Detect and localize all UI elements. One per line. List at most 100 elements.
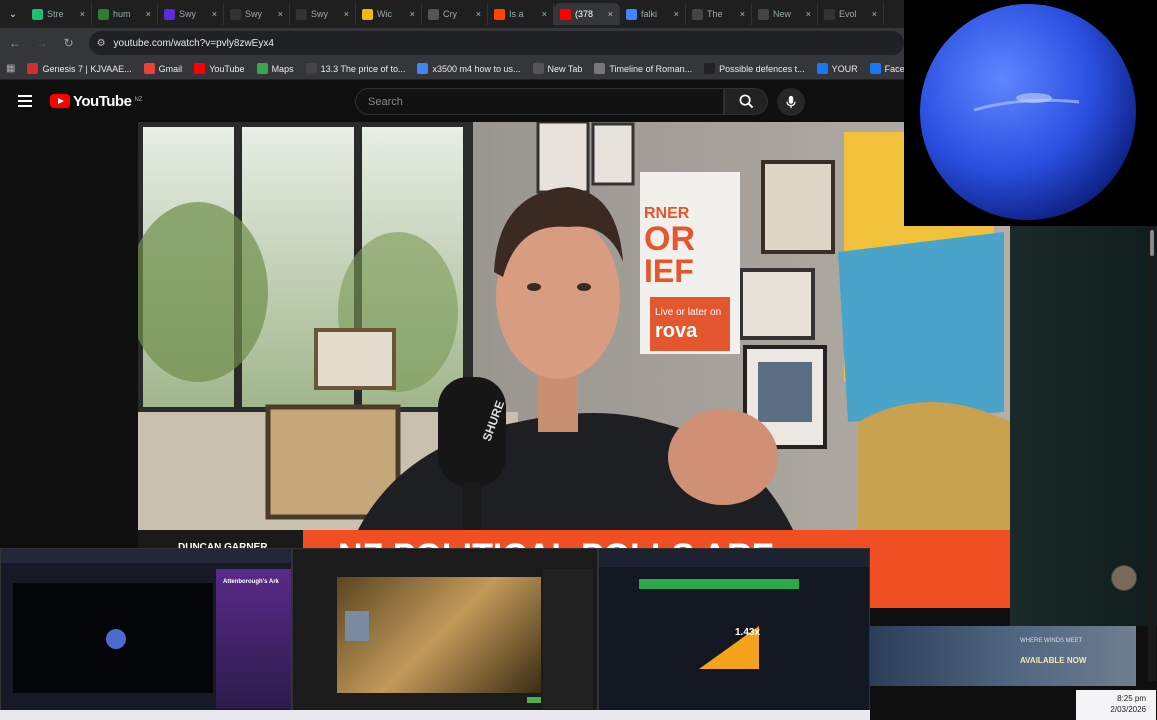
browser-tab[interactable]: Swy × (224, 3, 290, 25)
close-tab-icon[interactable]: × (542, 9, 547, 19)
close-tab-icon[interactable]: × (212, 9, 217, 19)
arrow-left-icon: ← (8, 36, 21, 50)
bookmark-favicon-icon (143, 63, 155, 74)
forward-button[interactable]: → (30, 31, 54, 55)
close-tab-icon[interactable]: × (740, 9, 745, 19)
thumbnail-window-3[interactable]: 1.43x (598, 548, 870, 712)
bookmark-item[interactable]: Timeline of Roman... (588, 63, 698, 74)
thumbnail-window-1[interactable]: Attenborough's Ark (0, 548, 292, 712)
tab-title: Swy (245, 9, 263, 19)
apps-button[interactable]: ▦ (0, 63, 21, 74)
bookmark-favicon-icon (417, 63, 429, 74)
close-tab-icon[interactable]: × (476, 9, 481, 19)
bookmark-item[interactable]: x3500 m4 how to us... (411, 63, 526, 74)
tab-favicon-icon (626, 8, 637, 20)
browser-tab[interactable]: Is a × (488, 3, 554, 25)
tab-title: The (707, 9, 723, 19)
tab-title: Wic (377, 9, 392, 19)
back-button[interactable]: ← (3, 31, 27, 55)
bookmark-item[interactable]: Genesis 7 | KJVAAE... (21, 63, 137, 74)
play-icon[interactable] (106, 629, 126, 649)
scrollbar-thumb[interactable] (1150, 230, 1154, 256)
ad-card[interactable]: WHERE WINDS MEET AVAILABLE NOW (870, 626, 1136, 686)
close-tab-icon[interactable]: × (872, 9, 877, 19)
youtube-logo[interactable]: YouTube NZ (50, 93, 142, 110)
right-panel (1010, 226, 1157, 626)
close-tab-icon[interactable]: × (344, 9, 349, 19)
browser-tab[interactable]: (378 × (554, 3, 620, 25)
browser-tab[interactable]: Stre × (26, 3, 92, 25)
bookmark-favicon-icon (256, 63, 268, 74)
browser-tab[interactable]: Swy × (290, 3, 356, 25)
tab-title: falki (641, 9, 658, 19)
tab-favicon-icon (98, 8, 109, 20)
bookmark-item[interactable]: Facebook green (864, 63, 904, 74)
bookmark-item[interactable]: YOUR (811, 63, 864, 74)
bookmark-label: YOUR (831, 63, 858, 74)
tab-title: Cry (443, 9, 457, 19)
search-button[interactable] (724, 88, 768, 115)
voice-search-button[interactable] (777, 88, 805, 116)
close-tab-icon[interactable]: × (146, 9, 151, 19)
poster-text-3: IEF (644, 253, 694, 289)
arrow-right-icon: → (35, 36, 48, 50)
browser-tab[interactable]: New × (752, 3, 818, 25)
channel-avatar[interactable] (1111, 565, 1137, 591)
browser-tab[interactable]: Swy × (158, 3, 224, 25)
screen: ⌄ Stre × hum × Swy × Swy × Swy × Wic × Cry × Is a × (378… (0, 0, 1157, 720)
close-tab-icon[interactable]: × (674, 9, 679, 19)
bookmark-item[interactable]: New Tab (527, 63, 589, 74)
bookmark-favicon-icon (594, 63, 606, 74)
bookmark-item[interactable]: YouTube (188, 63, 250, 74)
close-tab-icon[interactable]: × (278, 9, 283, 19)
bookmark-item[interactable]: Maps (251, 63, 300, 74)
browser-tab[interactable]: The × (686, 3, 752, 25)
browser-tab[interactable]: hum × (92, 3, 158, 25)
tab-strip: ⌄ Stre × hum × Swy × Swy × Swy × Wic × Cry × Is a × (378… (0, 0, 904, 28)
scrollbar[interactable] (1148, 226, 1156, 681)
tab-favicon-icon (32, 8, 43, 20)
tab-title: Stre (47, 9, 64, 19)
bookmark-item[interactable]: Possible defences t... (698, 63, 811, 74)
bookmark-favicon-icon (704, 63, 716, 74)
multiplier-value: 1.43x (735, 627, 761, 638)
bookmark-label: 13.3 The price of to... (320, 63, 406, 74)
tab-favicon-icon (230, 8, 241, 20)
video-player[interactable]: RNER OR IEF Live or later on rova SHURE … (138, 122, 1010, 608)
bookmark-favicon-icon (816, 63, 828, 74)
youtube-wordmark: YouTube (73, 92, 132, 110)
close-tab-icon[interactable]: × (608, 9, 613, 19)
close-tab-icon[interactable]: × (806, 9, 811, 19)
bookmark-item[interactable]: Gmail (138, 63, 189, 74)
bookmark-favicon-icon (532, 63, 544, 74)
browser-tab[interactable]: falki × (620, 3, 686, 25)
tab-favicon-icon (164, 8, 175, 20)
tab-favicon-icon (494, 8, 505, 20)
thumbnail-window-2[interactable] (292, 548, 598, 712)
tab-favicon-icon (824, 8, 835, 20)
bookmark-label: Gmail (158, 63, 183, 74)
bookmark-item[interactable]: 13.3 The price of to... (300, 63, 412, 74)
tab-favicon-icon (428, 8, 439, 20)
tab-search-dropdown[interactable]: ⌄ (0, 0, 26, 28)
browser-tab[interactable]: Evol × (818, 3, 884, 25)
search-input[interactable]: Search (355, 88, 724, 115)
poster-tagline: Live or later on (655, 307, 721, 318)
clock-date: 2/03/2026 (1110, 705, 1146, 714)
tab-title: (378 (575, 9, 594, 19)
browser-toolbar: ← → ↻ ⚙ youtube.com/watch?v=pvly8zwEyx4 (0, 28, 904, 58)
tab-title: New (773, 9, 792, 19)
microphone-icon (786, 95, 796, 109)
search-icon (739, 94, 753, 109)
close-tab-icon[interactable]: × (80, 9, 85, 19)
tab-favicon-icon (296, 8, 307, 20)
clock-time: 8:25 pm (1117, 694, 1146, 703)
browser-tab[interactable]: Cry × (422, 3, 488, 25)
menu-button[interactable] (0, 95, 50, 107)
close-tab-icon[interactable]: × (410, 9, 415, 19)
reload-button[interactable]: ↻ (57, 31, 81, 55)
site-info-icon[interactable]: ⚙ (97, 38, 106, 49)
browser-tab[interactable]: Wic × (356, 3, 422, 25)
address-bar[interactable]: ⚙ youtube.com/watch?v=pvly8zwEyx4 (88, 31, 904, 55)
taskbar (0, 710, 870, 720)
